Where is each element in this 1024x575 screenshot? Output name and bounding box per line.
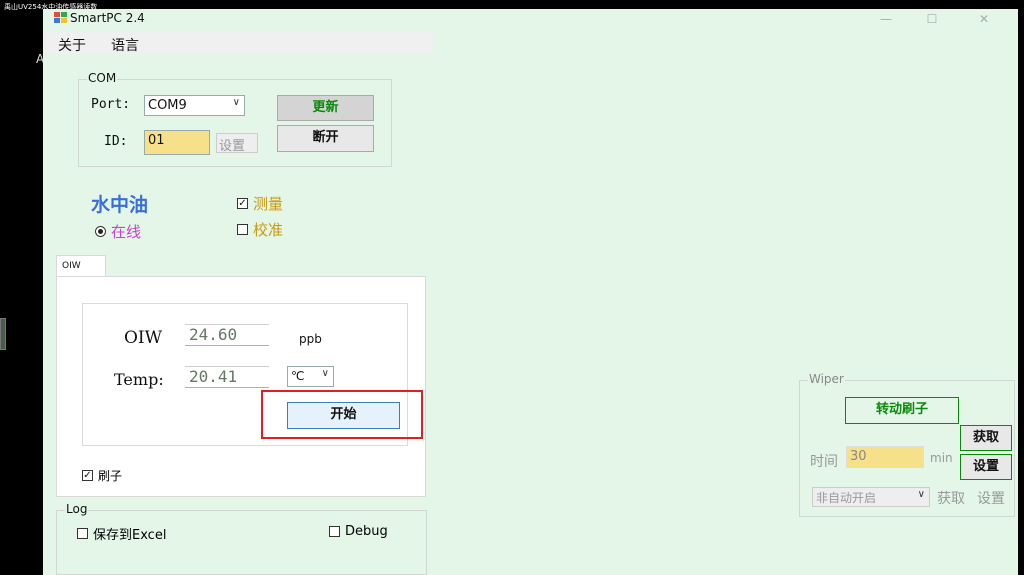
checkbox-unchecked-icon xyxy=(77,528,88,539)
auto-mode-value: 非自动开启 xyxy=(816,491,877,505)
checkbox-checked-icon: ✓ xyxy=(237,198,248,209)
debug-checkbox[interactable]: Debug xyxy=(329,524,388,539)
checkbox-unchecked-icon xyxy=(329,526,340,537)
oiw-value: 24.60 xyxy=(185,324,269,346)
debug-label: Debug xyxy=(345,524,388,539)
wiper-time-input[interactable]: 30 xyxy=(846,446,924,468)
auto-mode-select[interactable]: 非自动开启 ∨ xyxy=(812,487,930,507)
log-group-label: Log xyxy=(65,502,89,516)
id-label: ID: xyxy=(104,134,128,149)
calibrate-checkbox[interactable]: 校准 xyxy=(237,219,283,240)
tab-oiw[interactable]: OIW xyxy=(56,255,106,277)
oiw-label: OIW xyxy=(124,328,163,348)
online-radio[interactable]: 在线 xyxy=(95,221,141,242)
checkbox-unchecked-icon xyxy=(237,224,248,235)
save-excel-label: 保存到Excel xyxy=(93,528,167,543)
port-select-value: COM9 xyxy=(148,98,187,113)
brush-checkbox[interactable]: ✓ 刷子 xyxy=(82,467,122,484)
id-set-button[interactable]: 设置 xyxy=(216,133,258,153)
wiper-time-label: 时间 xyxy=(810,454,838,470)
log-group: Log 保存到Excel Debug xyxy=(56,502,427,575)
auto-get-button[interactable]: 获取 xyxy=(937,488,965,508)
port-select[interactable]: COM9 ∨ xyxy=(144,95,245,116)
auto-set-button[interactable]: 设置 xyxy=(977,488,1005,508)
highlight-box xyxy=(261,390,423,439)
app-icon xyxy=(54,12,68,24)
calibrate-label: 校准 xyxy=(253,221,284,239)
side-strip xyxy=(0,318,6,350)
chevron-down-icon: ∨ xyxy=(917,489,925,500)
mode-title: 水中油 xyxy=(91,194,149,216)
checkbox-checked-icon: ✓ xyxy=(82,470,93,481)
radio-selected-icon xyxy=(95,226,106,237)
wiper-get-button[interactable]: 获取 xyxy=(960,425,1012,451)
id-input[interactable]: 01 xyxy=(144,130,210,155)
com-group-label: COM xyxy=(87,71,118,85)
title-bar: SmartPC 2.4 — ☐ ✕ xyxy=(43,9,1018,32)
oiw-tab-panel: OIW 24.60 ppb Temp: 20.41 ℃ ∨ 开始 ✓ 刷子 xyxy=(56,276,426,497)
minimize-button[interactable]: — xyxy=(863,9,909,31)
port-label: Port: xyxy=(91,97,131,112)
close-button[interactable]: ✕ xyxy=(961,9,1007,31)
chevron-down-icon: ∨ xyxy=(321,368,329,379)
maximize-button[interactable]: ☐ xyxy=(909,9,955,31)
app-title: SmartPC 2.4 xyxy=(70,11,145,25)
temp-value: 20.41 xyxy=(185,366,269,388)
menu-language[interactable]: 语言 xyxy=(111,35,139,55)
wiper-group: Wiper 转动刷子 获取 时间 30 min 设置 非自动开启 ∨ 获取 设置 xyxy=(799,372,1015,517)
save-excel-checkbox[interactable]: 保存到Excel xyxy=(77,524,166,543)
temp-unit-select[interactable]: ℃ ∨ xyxy=(287,366,334,387)
wiper-time-unit: min xyxy=(930,451,953,465)
oiw-unit: ppb xyxy=(299,332,322,346)
com-group: COM Port: COM9 ∨ 更新 ID: 01 设置 断开 xyxy=(78,71,392,167)
wiper-set-button[interactable]: 设置 xyxy=(960,454,1012,480)
temp-unit-value: ℃ xyxy=(291,369,305,383)
measure-checkbox[interactable]: ✓ 测量 xyxy=(237,193,283,214)
rotate-brush-button[interactable]: 转动刷子 xyxy=(845,397,959,424)
online-label: 在线 xyxy=(111,223,142,241)
brush-label: 刷子 xyxy=(98,469,123,483)
menu-bar: 关于 语言 xyxy=(43,32,433,54)
disconnect-button[interactable]: 断开 xyxy=(277,125,374,152)
screen: 禹山UV254水中油传感器读数 A SmartPC 2.4 — ☐ ✕ 关于 语… xyxy=(0,0,1024,575)
temp-label: Temp: xyxy=(114,370,164,389)
chevron-down-icon: ∨ xyxy=(232,97,240,108)
measure-label: 测量 xyxy=(253,195,284,213)
refresh-button[interactable]: 更新 xyxy=(277,95,374,121)
app-window: SmartPC 2.4 — ☐ ✕ 关于 语言 COM Port: COM9 ∨… xyxy=(43,9,1018,575)
menu-about[interactable]: 关于 xyxy=(58,35,86,55)
wiper-group-label: Wiper xyxy=(808,372,845,386)
